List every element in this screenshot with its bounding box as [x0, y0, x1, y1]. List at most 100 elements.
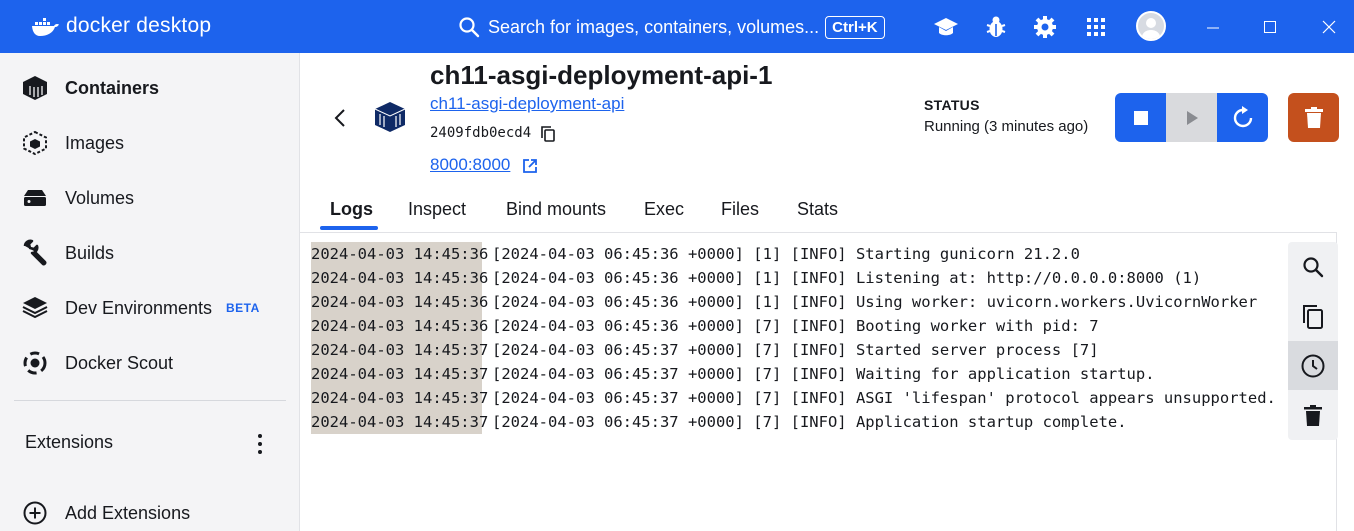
open-external-icon[interactable]	[522, 158, 538, 174]
apps-grid-icon[interactable]	[1083, 14, 1109, 40]
log-message: [2024-04-03 06:45:36 +0000] [7] [INFO] B…	[492, 317, 1099, 335]
scrollbar[interactable]	[1343, 232, 1354, 531]
sidebar-item-builds[interactable]: Builds	[0, 229, 300, 277]
brand-name: docker desktop	[66, 14, 212, 37]
search-icon	[459, 17, 480, 38]
log-message: [2024-04-03 06:45:36 +0000] [1] [INFO] L…	[492, 269, 1202, 287]
log-timestamp: 2024-04-03 14:45:36	[311, 290, 488, 314]
sidebar-divider	[14, 400, 286, 401]
log-line: 2024-04-03 14:45:36 [2024-04-03 06:45:36 …	[311, 242, 1080, 266]
sidebar-item-dev-environments[interactable]: Dev Environments BETA	[0, 284, 300, 332]
tab-inspect[interactable]: Inspect	[408, 199, 466, 220]
container-icon	[372, 100, 408, 134]
sidebar-item-docker-scout[interactable]: Docker Scout	[0, 339, 300, 387]
log-message: [2024-04-03 06:45:37 +0000] [7] [INFO] A…	[492, 413, 1127, 431]
status-value: Running (3 minutes ago)	[924, 118, 1089, 135]
play-icon	[1186, 110, 1198, 125]
log-line: 2024-04-03 14:45:37 [2024-04-03 06:45:37 …	[311, 410, 1127, 434]
log-timestamp: 2024-04-03 14:45:36	[311, 314, 488, 338]
containers-icon	[20, 73, 50, 103]
volumes-icon	[20, 183, 50, 213]
log-line: 2024-04-03 14:45:37 [2024-04-03 06:45:37 …	[311, 362, 1155, 386]
status-heading: STATUS	[924, 97, 980, 113]
container-id: 2409fdb0ecd4	[430, 125, 532, 141]
sidebar-item-label: Volumes	[65, 187, 135, 208]
maximize-icon[interactable]	[1257, 14, 1283, 40]
log-message: [2024-04-03 06:45:37 +0000] [7] [INFO] W…	[492, 365, 1155, 383]
log-timestamp: 2024-04-03 14:45:36	[311, 242, 488, 266]
restart-icon	[1233, 105, 1252, 127]
docker-logo: docker desktop	[30, 11, 211, 41]
images-icon	[20, 128, 50, 158]
troubleshoot-bug-icon[interactable]	[983, 14, 1009, 40]
tab-logs[interactable]: Logs	[330, 199, 373, 220]
container-name: ch11-asgi-deployment-api-1	[430, 60, 773, 90]
copy-logs-button[interactable]	[1288, 292, 1338, 341]
log-viewer[interactable]: 2024-04-03 14:45:36 [2024-04-03 06:45:36 …	[300, 232, 1337, 531]
log-message: [2024-04-03 06:45:36 +0000] [1] [INFO] S…	[492, 245, 1080, 263]
minimize-icon[interactable]	[1200, 14, 1226, 40]
sidebar-item-label: Containers	[65, 77, 160, 98]
sidebar-item-label: Builds	[65, 242, 115, 263]
clear-logs-button[interactable]	[1288, 391, 1338, 440]
log-timestamp: 2024-04-03 14:45:36	[311, 266, 488, 290]
tab-files[interactable]: Files	[721, 199, 759, 220]
tab-stats[interactable]: Stats	[797, 199, 838, 220]
trash-icon	[1304, 106, 1323, 128]
sidebar-item-images[interactable]: Images	[0, 119, 300, 167]
learning-center-icon[interactable]	[933, 14, 959, 40]
sidebar-item-label: Docker Scout	[65, 352, 174, 373]
log-timestamp: 2024-04-03 14:45:37	[311, 410, 488, 434]
stop-icon	[1133, 110, 1148, 125]
timestamps-toggle[interactable]	[1288, 341, 1338, 390]
log-line: 2024-04-03 14:45:37 [2024-04-03 06:45:37 …	[311, 386, 1276, 410]
plus-circle-icon	[20, 498, 50, 528]
docker-whale-icon	[32, 18, 59, 36]
log-message: [2024-04-03 06:45:36 +0000] [1] [INFO] U…	[492, 293, 1258, 311]
image-link[interactable]: ch11-asgi-deployment-api	[430, 94, 624, 114]
log-timestamp: 2024-04-03 14:45:37	[311, 386, 488, 410]
log-message: [2024-04-03 06:45:37 +0000] [7] [INFO] S…	[492, 341, 1099, 359]
port-link[interactable]: 8000:8000	[430, 155, 510, 175]
beta-badge: BETA	[226, 301, 260, 315]
search-placeholder: Search for images, containers, volumes..…	[488, 16, 820, 37]
sidebar-item-label: Images	[65, 132, 125, 153]
user-avatar[interactable]	[1136, 11, 1166, 41]
log-line: 2024-04-03 14:45:36 [2024-04-03 06:45:36 …	[311, 314, 1099, 338]
active-tab-indicator	[320, 226, 378, 230]
dev-env-icon	[20, 293, 50, 323]
extensions-menu-icon[interactable]	[250, 431, 270, 457]
sidebar-item-containers[interactable]: Containers	[0, 64, 300, 112]
extensions-heading: Extensions	[25, 432, 114, 452]
clock-icon	[1301, 354, 1325, 377]
log-toolbar	[1288, 242, 1338, 440]
log-line: 2024-04-03 14:45:36 [2024-04-03 06:45:36 …	[311, 290, 1257, 314]
settings-gear-icon[interactable]	[1032, 14, 1058, 40]
copy-id-icon[interactable]	[540, 125, 556, 143]
stop-button[interactable]	[1115, 93, 1166, 142]
title-bar: docker desktop Search for images, contai…	[0, 0, 1354, 53]
start-button[interactable]	[1166, 93, 1217, 142]
wrench-icon	[20, 238, 50, 268]
add-extensions-button[interactable]: Add Extensions	[0, 489, 300, 531]
log-message: [2024-04-03 06:45:37 +0000] [7] [INFO] A…	[492, 389, 1276, 407]
trash-icon	[1304, 404, 1322, 426]
scout-icon	[20, 348, 50, 378]
sidebar-item-label: Dev Environments	[65, 297, 213, 318]
log-timestamp: 2024-04-03 14:45:37	[311, 338, 488, 362]
log-line: 2024-04-03 14:45:37 [2024-04-03 06:45:37 …	[311, 338, 1099, 362]
sidebar-item-volumes[interactable]: Volumes	[0, 174, 300, 222]
tab-bind-mounts[interactable]: Bind mounts	[506, 199, 606, 220]
log-timestamp: 2024-04-03 14:45:37	[311, 362, 488, 386]
back-button[interactable]	[326, 104, 354, 132]
tab-exec[interactable]: Exec	[644, 199, 684, 220]
search-shortcut: Ctrl+K	[825, 15, 885, 39]
copy-icon	[1303, 304, 1323, 329]
restart-button[interactable]	[1217, 93, 1268, 142]
log-line: 2024-04-03 14:45:36 [2024-04-03 06:45:36 …	[311, 266, 1201, 290]
close-icon[interactable]	[1316, 14, 1342, 40]
global-search[interactable]: Search for images, containers, volumes..…	[458, 12, 885, 42]
chevron-left-icon	[334, 109, 345, 127]
delete-button[interactable]	[1288, 93, 1339, 142]
search-logs-button[interactable]	[1288, 242, 1338, 291]
